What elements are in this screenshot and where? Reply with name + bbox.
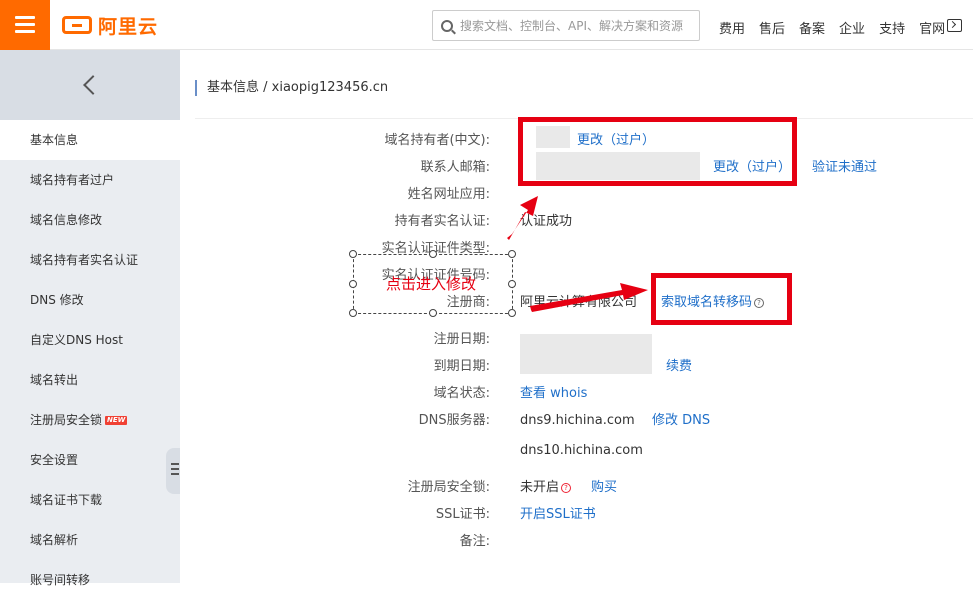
annotation-arrow-right [530, 283, 648, 312]
annotation-arrow-up [507, 196, 538, 240]
annotation-arrows [507, 196, 648, 312]
